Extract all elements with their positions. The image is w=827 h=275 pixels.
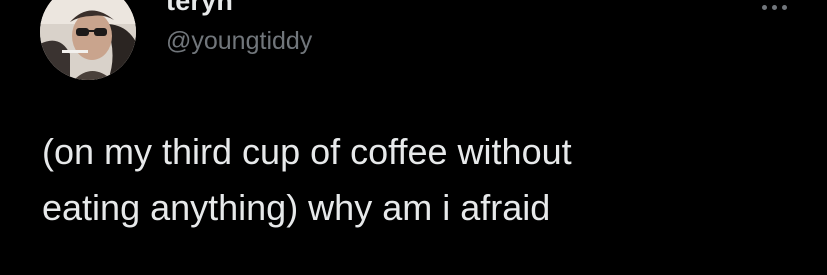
more-options-button[interactable] [752, 0, 796, 10]
author-display-name[interactable]: teryn [166, 0, 233, 17]
more-options-icon-dot [781, 5, 787, 10]
tweet-text: (on my third cup of coffee without eatin… [42, 131, 572, 228]
author-handle[interactable]: @youngtiddy [166, 27, 312, 56]
avatar[interactable] [40, 0, 136, 80]
profile-photo-icon [40, 0, 136, 80]
tweet: teryn @youngtiddy (on my third cup of co… [0, 0, 827, 275]
more-options-icon [761, 5, 767, 10]
more-options-icon-dot [771, 5, 777, 10]
